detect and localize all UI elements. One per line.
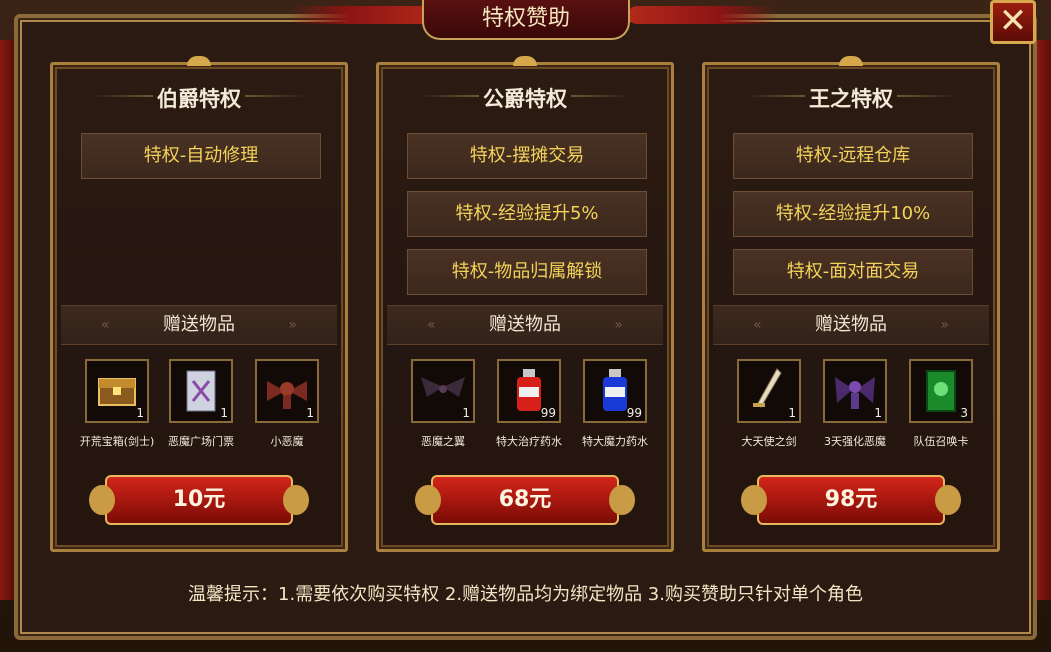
ticket-icon xyxy=(186,370,216,412)
buy-button[interactable]: 10元 xyxy=(89,475,309,525)
item-count: 99 xyxy=(626,406,642,420)
gift-item-slot[interactable]: 1 xyxy=(169,359,233,423)
gift-item-slot[interactable]: 1 xyxy=(411,359,475,423)
item-count: 1 xyxy=(220,406,228,420)
privilege-item[interactable]: 特权-面对面交易 xyxy=(733,249,973,295)
card-title: 公爵特权 xyxy=(483,87,567,111)
gift-item-slot[interactable]: 99 xyxy=(497,359,561,423)
privilege-item[interactable]: 特权-远程仓库 xyxy=(733,133,973,179)
item-count: 1 xyxy=(874,406,882,420)
treasure-chest-icon xyxy=(98,378,136,406)
left-arrows-icon: « xyxy=(101,317,110,333)
privilege-item[interactable]: 特权-摆摊交易 xyxy=(407,133,647,179)
gift-item-slot[interactable]: 1 xyxy=(255,359,319,423)
gift-item-slot[interactable]: 3 xyxy=(909,359,973,423)
card-title: 伯爵特权 xyxy=(157,87,241,111)
gift-item-name: 小恶魔 xyxy=(270,435,304,448)
dialog-title: 特权赞助 xyxy=(422,0,630,40)
gift-item-name: 开荒宝箱(剑士) xyxy=(79,435,155,448)
gift-item-slot[interactable]: 99 xyxy=(583,359,647,423)
gift-item-name: 特大治疗药水 xyxy=(496,435,562,448)
gift-section-label: 赠送物品 xyxy=(163,314,235,335)
gift-item-name: 队伍召唤卡 xyxy=(913,435,969,448)
gift-item-slot[interactable]: 1 xyxy=(737,359,801,423)
right-arrows-icon: » xyxy=(288,317,297,333)
buy-button[interactable]: 68元 xyxy=(415,475,635,525)
gift-section-header: « 赠送物品 » xyxy=(387,305,663,345)
card-earl: 伯爵特权 特权-自动修理 « 赠送物品 » 1 1 1 开荒宝箱(剑士) 恶魔广… xyxy=(50,56,348,552)
left-arrows-icon: « xyxy=(753,317,762,333)
privilege-item[interactable]: 特权-物品归属解锁 xyxy=(407,249,647,295)
item-count: 1 xyxy=(788,406,796,420)
buy-button[interactable]: 98元 xyxy=(741,475,961,525)
gift-item-name: 大天使之剑 xyxy=(741,435,797,448)
gift-section-header: « 赠送物品 » xyxy=(713,305,989,345)
imp-icon xyxy=(267,381,307,409)
left-arrows-icon: « xyxy=(427,317,436,333)
card-gem xyxy=(839,56,863,66)
title-wing-left xyxy=(290,6,440,24)
sword-icon xyxy=(753,368,782,408)
item-count: 1 xyxy=(462,406,470,420)
card-king: 王之特权 特权-远程仓库 特权-经验提升10% 特权-面对面交易 « 赠送物品 … xyxy=(702,56,1000,552)
gift-section-label: 赠送物品 xyxy=(489,314,561,335)
close-button[interactable]: ✕ xyxy=(990,0,1036,44)
left-curtain xyxy=(0,40,14,600)
gift-item-slot[interactable]: 1 xyxy=(85,359,149,423)
card-gem xyxy=(187,56,211,66)
gift-section-header: « 赠送物品 » xyxy=(61,305,337,345)
demon-wings-icon xyxy=(421,377,465,397)
gift-item-name: 3天强化恶魔 xyxy=(824,435,886,448)
gift-item-name: 恶魔广场门票 xyxy=(168,435,234,448)
gift-item-name: 恶魔之翼 xyxy=(421,435,465,448)
privilege-item[interactable]: 特权-经验提升5% xyxy=(407,191,647,237)
privilege-item[interactable]: 特权-经验提升10% xyxy=(733,191,973,237)
item-count: 1 xyxy=(306,406,314,420)
privilege-item[interactable]: 特权-自动修理 xyxy=(81,133,321,179)
tip-text: 温馨提示：1.需要依次购买特权 2.赠送物品均为绑定物品 3.购买赞助只针对单个… xyxy=(188,584,863,605)
right-arrows-icon: » xyxy=(614,317,623,333)
title-wing-right xyxy=(628,6,778,24)
right-arrows-icon: » xyxy=(940,317,949,333)
card-title: 王之特权 xyxy=(809,87,893,111)
gift-item-slot[interactable]: 1 xyxy=(823,359,887,423)
gift-item-name: 特大魔力药水 xyxy=(582,435,648,448)
dialog-frame: 特权赞助 ✕ 伯爵特权 特权-自动修理 « 赠送物品 » 1 1 1 开荒宝箱(… xyxy=(0,0,1051,652)
item-count: 99 xyxy=(540,406,556,420)
card-duke: 公爵特权 特权-摆摊交易 特权-经验提升5% 特权-物品归属解锁 « 赠送物品 … xyxy=(376,56,674,552)
card-gem xyxy=(513,56,537,66)
item-count: 3 xyxy=(960,406,968,420)
summon-card-icon xyxy=(926,370,956,412)
item-count: 1 xyxy=(136,406,144,420)
right-curtain xyxy=(1037,40,1051,600)
gift-section-label: 赠送物品 xyxy=(815,314,887,335)
enhanced-demon-icon xyxy=(835,377,875,409)
